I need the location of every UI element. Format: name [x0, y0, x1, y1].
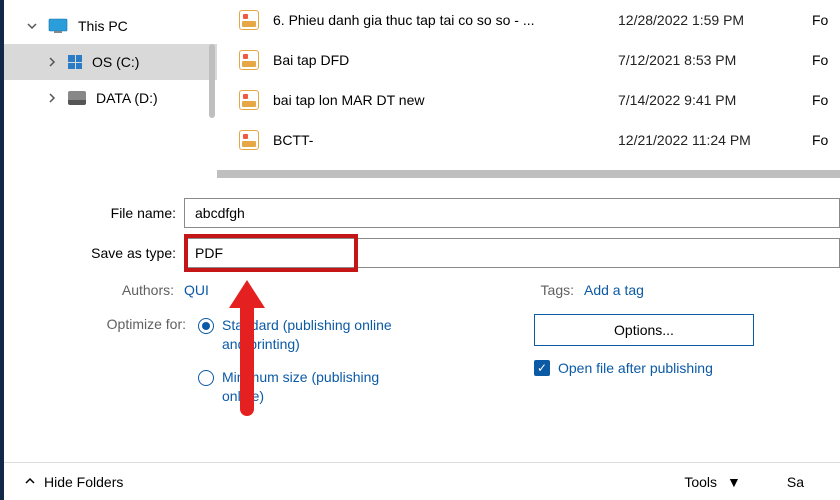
sidebar-label: This PC: [78, 18, 128, 34]
radio-icon: [198, 318, 214, 334]
authors-value[interactable]: QUI: [184, 282, 209, 298]
file-type: Fo: [812, 132, 832, 148]
pdf-file-icon: [239, 90, 259, 110]
hide-folders-button[interactable]: Hide Folders: [24, 474, 123, 490]
file-name: bai tap lon MAR DT new: [273, 92, 604, 108]
save-button[interactable]: Sa: [771, 468, 820, 496]
radio-label: Standard (publishing online and printing…: [222, 316, 392, 354]
radio-icon: [198, 370, 214, 386]
file-type: Fo: [812, 52, 832, 68]
optimize-label: Optimize for:: [102, 316, 194, 332]
file-date: 12/28/2022 1:59 PM: [618, 12, 798, 28]
open-after-label: Open file after publishing: [558, 360, 713, 376]
drive-icon: [68, 91, 86, 105]
file-list: 6. Phieu danh gia thuc tap tai co so so …: [217, 0, 840, 178]
file-date: 12/21/2022 11:24 PM: [618, 132, 798, 148]
drive-label: DATA (D:): [96, 90, 158, 106]
monitor-icon: [48, 18, 68, 34]
file-date: 7/14/2022 9:41 PM: [618, 92, 798, 108]
chevron-up-icon: [24, 474, 36, 490]
chevron-down-icon: ▼: [727, 474, 741, 490]
open-after-checkbox-row[interactable]: ✓ Open file after publishing: [534, 360, 840, 376]
save-as-type-dropdown[interactable]: PDF: [184, 238, 840, 268]
sidebar-scrollbar[interactable]: [209, 44, 215, 118]
file-name-label: File name:: [4, 205, 184, 221]
sidebar-item-drive-c[interactable]: OS (C:): [4, 44, 217, 80]
horizontal-scrollbar[interactable]: [217, 170, 840, 178]
chevron-right-icon: [46, 56, 58, 68]
pdf-file-icon: [239, 10, 259, 30]
drive-label: OS (C:): [92, 54, 139, 70]
chevron-down-icon: [26, 20, 38, 32]
chevron-right-icon: [46, 92, 58, 104]
hide-folders-label: Hide Folders: [44, 474, 123, 490]
pdf-file-icon: [239, 50, 259, 70]
file-name: Bai tap DFD: [273, 52, 604, 68]
file-row[interactable]: BCTT- 12/21/2022 11:24 PM Fo: [217, 120, 840, 160]
authors-label: Authors:: [102, 282, 174, 298]
save-as-type-label: Save as type:: [4, 245, 184, 261]
tags-value[interactable]: Add a tag: [584, 282, 644, 298]
bottom-bar: Hide Folders Tools ▼ Sa: [4, 462, 840, 500]
options-button[interactable]: Options...: [534, 314, 754, 346]
tools-label: Tools: [684, 474, 717, 490]
file-name-input[interactable]: [184, 198, 840, 228]
file-row[interactable]: Bai tap DFD 7/12/2021 8:53 PM Fo: [217, 40, 840, 80]
file-name: BCTT-: [273, 132, 604, 148]
file-name: 6. Phieu danh gia thuc tap tai co so so …: [273, 12, 604, 28]
tools-dropdown[interactable]: Tools ▼: [684, 474, 741, 490]
file-type: Fo: [812, 12, 832, 28]
checkbox-icon: ✓: [534, 360, 550, 376]
save-form: File name: Save as type: PDF Authors: QU…: [4, 178, 840, 420]
file-row[interactable]: 6. Phieu danh gia thuc tap tai co so so …: [217, 0, 840, 40]
navigation-sidebar: This PC OS (C:) DATA (D:): [4, 0, 217, 178]
tags-label: Tags:: [534, 282, 574, 298]
sidebar-item-drive-d[interactable]: DATA (D:): [4, 80, 217, 116]
radio-label: Minimum size (publishing online): [222, 368, 392, 406]
radio-standard[interactable]: Standard (publishing online and printing…: [198, 316, 392, 354]
radio-minimum[interactable]: Minimum size (publishing online): [198, 368, 392, 406]
windows-icon: [68, 55, 82, 69]
file-row[interactable]: bai tap lon MAR DT new 7/14/2022 9:41 PM…: [217, 80, 840, 120]
sidebar-item-this-pc[interactable]: This PC: [4, 8, 217, 44]
pdf-file-icon: [239, 130, 259, 150]
file-date: 7/12/2021 8:53 PM: [618, 52, 798, 68]
file-type: Fo: [812, 92, 832, 108]
